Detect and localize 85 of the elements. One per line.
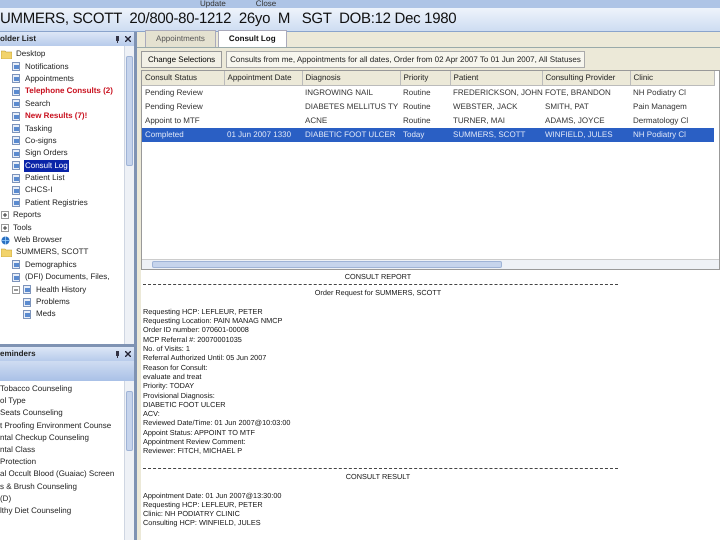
tree-item[interactable]: (DFI) Documents, Files, — [24, 271, 110, 284]
table-cell: TURNER, MAI — [453, 116, 505, 125]
tree-item[interactable]: Consult Log — [24, 160, 69, 172]
tree-item[interactable]: Meds — [35, 308, 57, 320]
table-cell: Dermatology Cl — [633, 116, 688, 125]
table-cell: FREDERICKSON, JOHN — [453, 88, 543, 97]
tree-item[interactable]: Telephone Consults (2) — [24, 85, 114, 98]
table-cell: NH Podiatry Cl — [633, 130, 686, 139]
tree-item[interactable]: Problems — [35, 296, 71, 308]
table-cell: Appoint to MTF — [145, 116, 200, 125]
globe-icon — [1, 236, 10, 245]
reminder-item[interactable]: al Occult Blood (Guaiac) Screen — [0, 469, 114, 478]
scrollbar[interactable] — [124, 46, 134, 344]
column-header[interactable]: Consulting Provider — [542, 71, 630, 86]
reminder-item[interactable]: Tobacco Counseling — [0, 384, 72, 393]
tab[interactable]: Appointments — [145, 30, 216, 47]
table-cell: Pending Review — [145, 88, 203, 97]
table-cell: SMITH, PAT — [545, 102, 589, 111]
table-cell: DIABETES MELLITUS TY — [305, 102, 398, 111]
tree-item[interactable]: Reports — [12, 209, 42, 222]
menu-item[interactable]: Update — [200, 0, 226, 8]
panel-title: eminders — [0, 348, 36, 360]
reminder-item[interactable]: ntal Class — [0, 444, 36, 454]
expand-icon[interactable] — [1, 211, 9, 220]
table-cell: Routine — [403, 88, 431, 97]
column-header[interactable]: Consult Status — [142, 71, 224, 86]
table-cell: Completed — [145, 130, 184, 139]
table-cell: SUMMERS, SCOTT — [453, 130, 526, 139]
filter-summary-field: Consults from me, Appointments for all dates, Order from 02 Apr 2007 To 01 Jun 2007, All Statuses — [226, 50, 585, 68]
table-cell: NH Podiatry Cl — [633, 88, 686, 97]
tree-item[interactable]: Tools — [12, 222, 33, 234]
table-cell: Pain Managem — [633, 102, 687, 111]
table-cell: INGROWING NAIL — [305, 88, 374, 97]
tree-item[interactable]: New Results (7)! — [24, 110, 88, 122]
expand-icon[interactable] — [1, 224, 9, 232]
reminder-item[interactable]: ol Type — [0, 396, 26, 406]
reminder-item[interactable]: Seats Counseling — [0, 408, 63, 418]
scrollbar[interactable] — [142, 259, 719, 269]
tree-item[interactable]: Desktop — [15, 48, 46, 60]
tree-item[interactable]: Co-signs — [24, 134, 58, 147]
table-cell: FOTE, BRANDON — [545, 88, 611, 97]
table-cell: Pending Review — [145, 102, 203, 111]
column-header[interactable]: Clinic — [630, 71, 714, 86]
tree-item[interactable]: Patient List — [24, 172, 66, 184]
panel-title: older List — [0, 33, 36, 45]
tree-item[interactable]: Web Browser — [13, 234, 63, 246]
table-cell: Today — [403, 130, 424, 139]
tree-item[interactable]: Demographics — [24, 258, 78, 271]
tree-item[interactable]: Search — [24, 98, 52, 110]
column-header[interactable]: Diagnosis — [302, 71, 400, 86]
tree-item[interactable]: Patient Registries — [24, 196, 89, 209]
pin-icon[interactable] — [115, 36, 120, 42]
tree-item[interactable]: Tasking — [24, 122, 54, 135]
reminder-item[interactable]: t Proofing Environment Counse — [0, 420, 112, 430]
tree-item[interactable]: CHCS-I — [24, 184, 54, 196]
tab[interactable]: Consult Log — [218, 30, 287, 47]
scrollbar[interactable] — [124, 381, 134, 540]
column-header[interactable]: Patient — [450, 71, 542, 86]
column-header[interactable]: Appointment Date — [224, 71, 302, 86]
table-cell: ADAMS, JOYCE — [545, 116, 605, 125]
reminder-item[interactable]: s & Brush Counseling — [0, 482, 77, 490]
close-icon[interactable] — [125, 36, 131, 42]
menu-item[interactable]: Close — [256, 0, 276, 8]
table-cell: ACNE — [305, 116, 328, 125]
collapse-icon[interactable] — [12, 286, 20, 294]
tree-item[interactable]: Appointments — [24, 72, 75, 85]
change-selections-button[interactable]: Change Selections — [141, 50, 222, 68]
reminder-item[interactable]: (D) — [0, 494, 12, 503]
table-cell: 01 Jun 2007 1330 — [227, 130, 292, 139]
table-cell: WINFIELD, JULES — [545, 130, 613, 139]
reminder-item[interactable]: lthy Diet Counseling — [0, 506, 72, 515]
reminder-item[interactable]: ntal Checkup Counseling — [0, 432, 89, 442]
table-cell: Routine — [403, 102, 431, 111]
tree-item[interactable]: Sign Orders — [24, 147, 69, 160]
tree-item[interactable]: SUMMERS, SCOTT — [15, 246, 90, 258]
column-header[interactable]: Priority — [400, 71, 450, 86]
close-icon[interactable] — [125, 350, 131, 356]
reminder-item[interactable]: Protection — [0, 457, 36, 466]
patient-banner: UMMERS, SCOTT 20/800-80-1212 26yo M SGT DOB:12 Dec 1980 — [0, 8, 720, 32]
tree-item[interactable]: Notifications — [24, 60, 70, 73]
pin-icon[interactable] — [115, 350, 120, 358]
tree-item[interactable]: Health History — [35, 284, 88, 296]
table-cell: Routine — [403, 116, 431, 125]
table-cell: WEBSTER, JACK — [453, 102, 518, 111]
table-cell: DIABETIC FOOT ULCER — [305, 130, 396, 139]
